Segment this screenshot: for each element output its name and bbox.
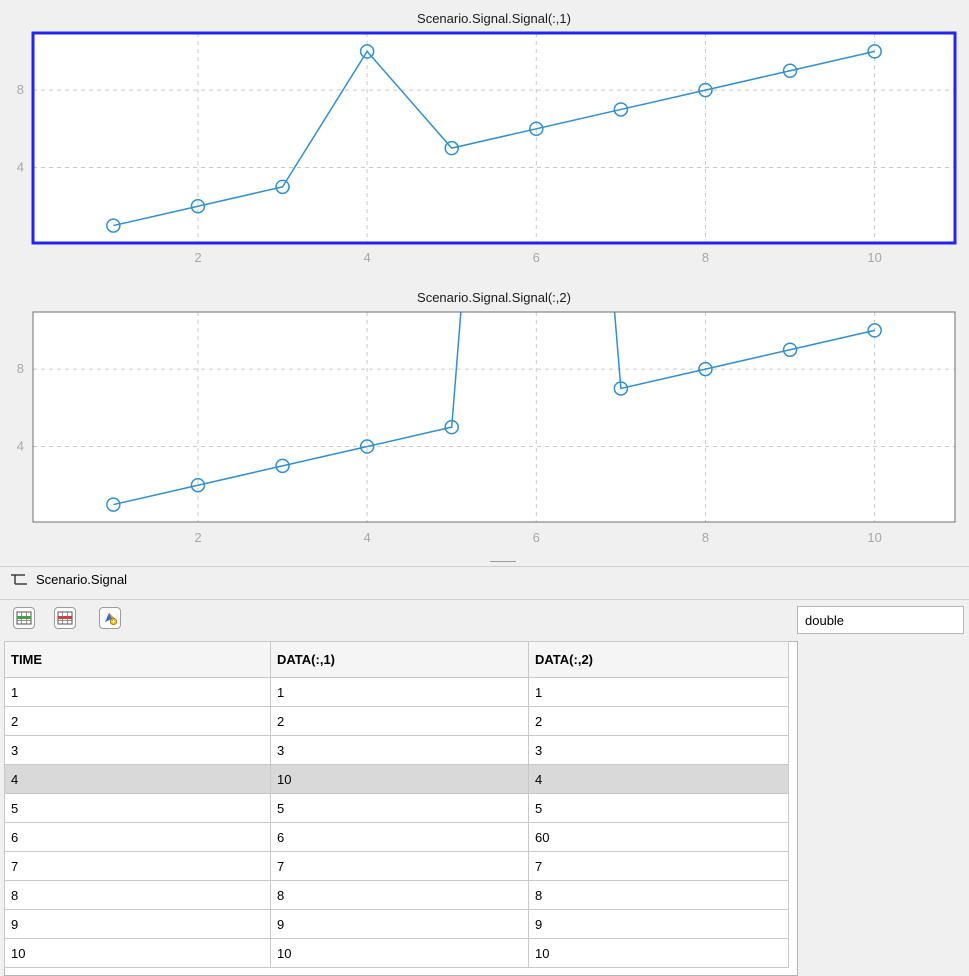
x-tick-label: 6 (533, 250, 540, 265)
table-row[interactable]: 222 (4, 706, 789, 736)
table-cell[interactable]: 10 (4, 938, 271, 968)
plot-area: 2 4 6 8 10 4 8 Scenario.Signal.Signal(:,1) 2 4 6 8 1… (0, 0, 969, 566)
table-cell[interactable]: 2 (528, 706, 789, 736)
plot-icon (105, 613, 118, 626)
table-cell[interactable]: 1 (4, 677, 271, 707)
x-tick-label: 10 (867, 250, 881, 265)
table-cell[interactable]: 3 (270, 735, 529, 765)
table-cell[interactable]: 8 (270, 880, 529, 910)
x-tick-label: 4 (364, 530, 371, 545)
table-cell[interactable]: 1 (270, 677, 529, 707)
x-tick-label: 8 (702, 530, 709, 545)
add-row-icon (16, 611, 32, 625)
table-cell[interactable]: 1 (528, 677, 789, 707)
table-row[interactable]: 888 (4, 880, 789, 910)
x-tick-label: 10 (867, 530, 881, 545)
table-cell[interactable]: 2 (270, 706, 529, 736)
table-row[interactable]: 10 10 10 (4, 938, 789, 968)
chart-1[interactable]: 2 4 6 8 10 4 8 Scenario.Signal.Signal(:,1) (17, 11, 957, 265)
type-field[interactable]: double (797, 606, 964, 634)
plot-button[interactable] (99, 607, 121, 629)
table-cell[interactable]: 9 (528, 909, 789, 939)
variable-name: Scenario.Signal (36, 572, 128, 587)
table-cell[interactable]: 4 (528, 764, 789, 794)
table-row[interactable]: 111 (4, 677, 789, 707)
table-row[interactable]: 333 (4, 735, 789, 765)
variable-header: Scenario.Signal (0, 566, 969, 600)
table-cell[interactable]: 4 (4, 764, 271, 794)
table-cell[interactable]: 5 (528, 793, 789, 823)
chart-title: Scenario.Signal.Signal(:,2) (417, 290, 571, 305)
chart-title: Scenario.Signal.Signal(:,1) (417, 11, 571, 26)
y-tick-label: 8 (17, 82, 24, 97)
x-tick-label: 8 (702, 250, 709, 265)
table-cell[interactable]: 7 (528, 851, 789, 881)
x-tick-label: 2 (194, 530, 201, 545)
table-cell[interactable]: 7 (4, 851, 271, 881)
data-table: TIME DATA(:,1) DATA(:,2) 1 1 1 2 2 2 3 3 3 4 10 4 5 5… (4, 641, 789, 968)
delete-row-icon (57, 611, 73, 625)
table-cell[interactable]: 8 (528, 880, 789, 910)
table-cell[interactable]: 5 (4, 793, 271, 823)
table-cell[interactable]: 9 (270, 909, 529, 939)
column-header-time[interactable]: TIME (4, 641, 271, 678)
y-tick-label: 4 (17, 439, 24, 454)
table-cell[interactable]: 3 (528, 735, 789, 765)
add-row-button[interactable] (13, 607, 35, 629)
column-header-data-1[interactable]: DATA(:,1) (270, 641, 529, 678)
table-row[interactable]: 4 10 4 (4, 764, 789, 794)
x-tick-label: 2 (194, 250, 201, 265)
column-header-data-2[interactable]: DATA(:,2) (528, 641, 789, 678)
x-tick-label: 4 (364, 250, 371, 265)
table-row[interactable]: 555 (4, 793, 789, 823)
table-cell[interactable]: 6 (4, 822, 271, 852)
table-row[interactable]: 999 (4, 909, 789, 939)
table-cell[interactable]: 10 (270, 764, 529, 794)
plots-canvas: 2 4 6 8 10 4 8 Scenario.Signal.Signal(:,1) 2 4 6 8 1… (17, 11, 957, 545)
y-tick-label: 4 (17, 160, 24, 175)
y-tick-label: 8 (17, 361, 24, 376)
x-tick-label: 6 (533, 530, 540, 545)
table-cell[interactable]: 7 (270, 851, 529, 881)
table-cell[interactable]: 3 (4, 735, 271, 765)
table-header-row: TIME DATA(:,1) DATA(:,2) (4, 641, 789, 678)
table-cell[interactable]: 8 (4, 880, 271, 910)
table-cell[interactable]: 2 (4, 706, 271, 736)
splitter-handle[interactable] (490, 561, 516, 562)
table-cell[interactable]: 10 (528, 938, 789, 968)
delete-row-button[interactable] (54, 607, 76, 629)
table-cell[interactable]: 5 (270, 793, 529, 823)
table-cell[interactable]: 9 (4, 909, 271, 939)
table-row[interactable]: 6 6 60 (4, 822, 789, 852)
type-field-edge (963, 606, 964, 634)
tree-icon (11, 574, 27, 585)
table-cell[interactable]: 60 (528, 822, 789, 852)
table-row[interactable]: 777 (4, 851, 789, 881)
table-cell[interactable]: 6 (270, 822, 529, 852)
table-cell[interactable]: 10 (270, 938, 529, 968)
